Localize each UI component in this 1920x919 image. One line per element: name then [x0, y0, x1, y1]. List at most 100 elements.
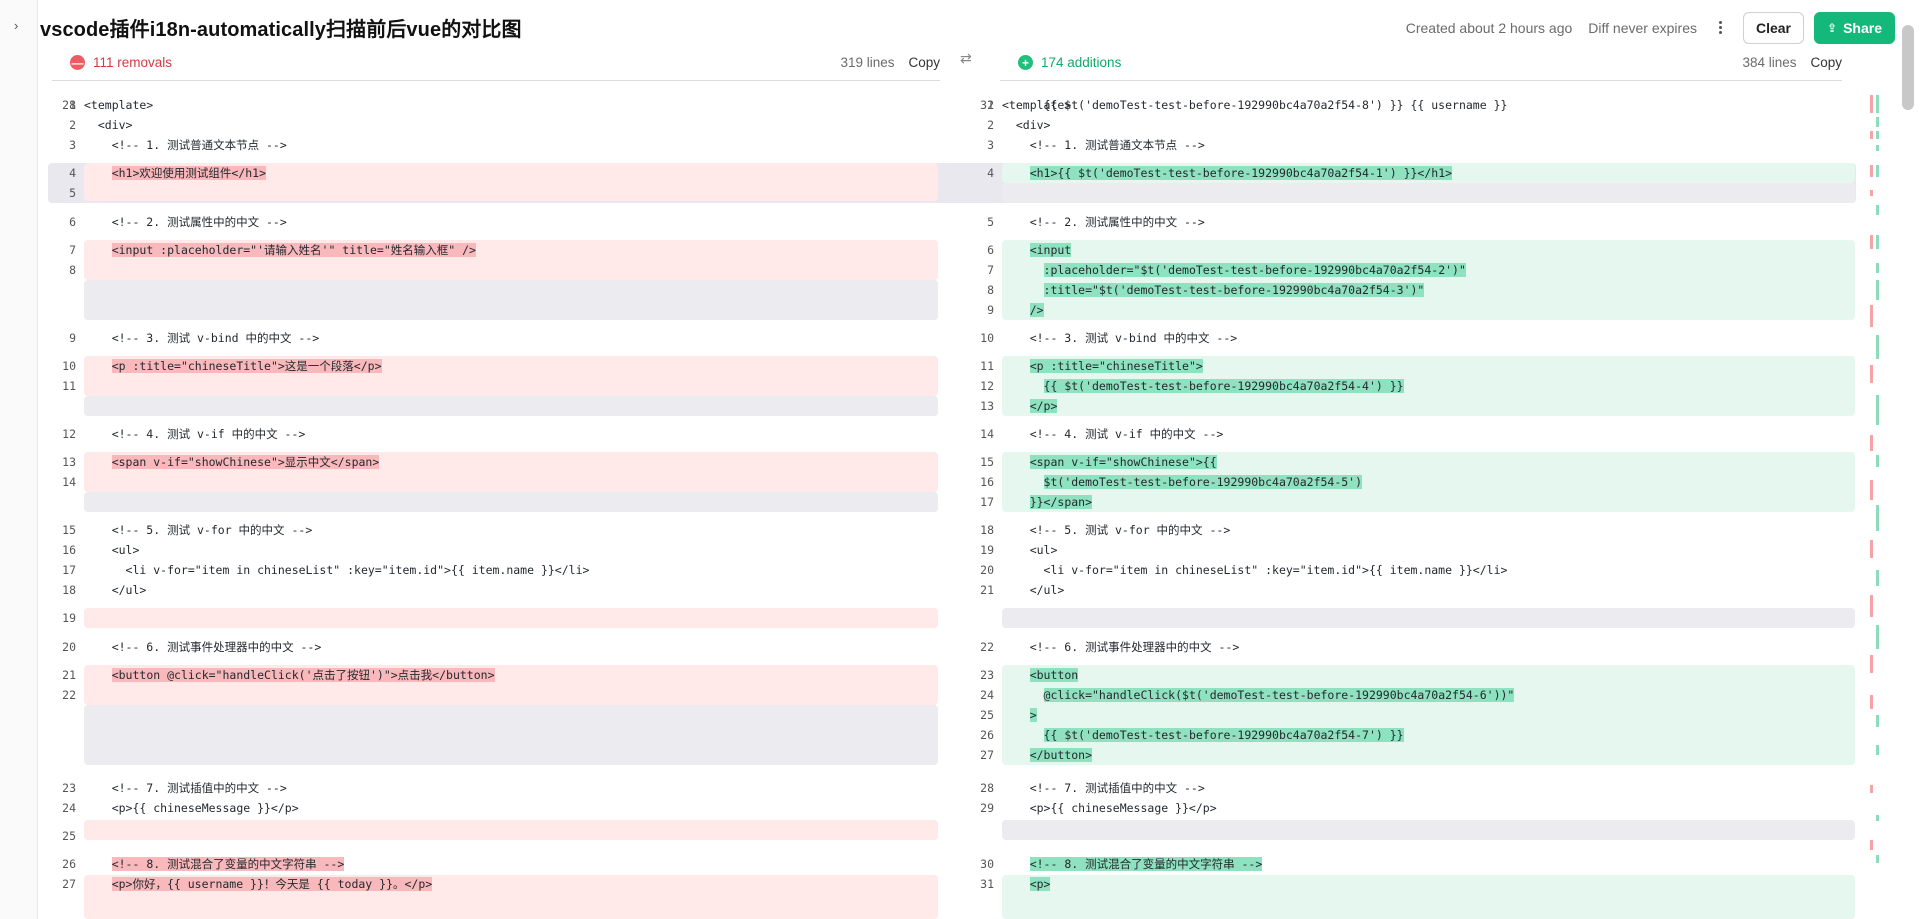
diff-line-right: 30 <!-- 8. 测试混合了变量的中文字符串 --> — [970, 854, 1263, 874]
minimap-removal-mark — [1870, 305, 1873, 327]
line-number: 4 — [987, 166, 994, 180]
diff-line-right: 26 {{ $t('demoTest-test-before-192990bc4… — [970, 725, 1404, 745]
code-text: <span v-if="showChinese">显示中文</span> — [111, 455, 380, 469]
line-number: 18 — [62, 583, 76, 597]
line-number: 3 — [69, 138, 76, 152]
minimap-removal-mark — [1870, 95, 1873, 113]
line-number: 21 — [980, 583, 994, 597]
diff-line-left: 7 <input :placeholder="'请输入姓名'" title="姓… — [52, 240, 476, 260]
diff-line-left — [52, 725, 84, 745]
diff-line-left: 24 <p>{{ chineseMessage }}</p> — [52, 798, 299, 818]
code-text: <input :placeholder="'请输入姓名'" title="姓名输… — [111, 243, 476, 257]
code-text: <!-- 1. 测试普通文本节点 --> — [84, 138, 287, 152]
diff-minimap[interactable] — [1868, 95, 1886, 919]
diff-line-left: 4 <h1>欢迎使用测试组件</h1> — [52, 163, 267, 183]
diff-line-left — [52, 280, 84, 300]
line-number: 17 — [980, 495, 994, 509]
copy-left-button[interactable]: Copy — [908, 55, 940, 70]
line-number: 20 — [980, 563, 994, 577]
line-number: 23 — [980, 668, 994, 682]
line-number: 28 — [980, 781, 994, 795]
line-number: 14 — [62, 475, 76, 489]
minimap-removal-mark — [1870, 190, 1873, 196]
code-text: <!-- 7. 测试插值中的中文 --> — [84, 781, 287, 795]
minimap-removal-mark — [1870, 595, 1873, 617]
minimap-addition-mark — [1876, 263, 1879, 273]
code-text: <button @click="handleClick('点击了按钮')">点击… — [111, 668, 495, 682]
diff-line-left: 19 — [52, 608, 84, 628]
diff-line-right — [970, 608, 1002, 628]
minimap-addition-mark — [1876, 165, 1879, 177]
page-title: vscode插件i18n-automatically扫描前后vue的对比图 — [40, 19, 522, 41]
code-text: /> — [1029, 303, 1044, 317]
code-text: <input — [1029, 243, 1072, 257]
diff-line-left: 23 <!-- 7. 测试插值中的中文 --> — [52, 778, 287, 798]
line-number: 11 — [980, 359, 994, 373]
line-number: 19 — [62, 611, 76, 625]
left-pane-header: — 111 removals 319 lines Copy — [52, 45, 940, 81]
code-text: <!-- 3. 测试 v-bind 中的中文 --> — [84, 331, 320, 345]
removal-hunk — [84, 820, 938, 840]
share-label: Share — [1843, 19, 1882, 36]
copy-right-button[interactable]: Copy — [1810, 55, 1842, 70]
removal-hunk — [84, 396, 938, 416]
line-number: 21 — [62, 668, 76, 682]
code-text: </ul> — [84, 583, 147, 597]
code-text: <!-- 2. 测试属性中的中文 --> — [84, 215, 287, 229]
line-number: 5 — [987, 215, 994, 229]
line-number: 7 — [987, 263, 994, 277]
code-text: :title="$t('demoTest-test-before-192990b… — [1043, 283, 1425, 297]
diff-line-left: 5 — [52, 183, 84, 203]
diff-line-right: 6 <input — [970, 240, 1072, 260]
clear-button[interactable]: Clear — [1742, 11, 1805, 44]
minimap-removal-mark — [1870, 540, 1873, 558]
diff-line-left — [52, 492, 84, 512]
code-text: <!-- 8. 测试混合了变量的中文字符串 --> — [111, 857, 345, 871]
minimap-removal-mark — [1870, 480, 1873, 500]
scrollbar-thumb[interactable] — [1902, 25, 1914, 110]
minimap-removal-mark — [1870, 165, 1873, 177]
diff-line-right: 22 <!-- 6. 测试事件处理器中的中文 --> — [970, 637, 1239, 657]
line-number: 2 — [987, 118, 994, 132]
addition-hunk — [1002, 183, 1855, 203]
minimap-addition-mark — [1876, 745, 1879, 755]
minimap-addition-mark — [1876, 95, 1879, 113]
line-number: 17 — [62, 563, 76, 577]
diff-line-left: 25 — [52, 826, 84, 846]
diff-view: 1 <template> 1 <template> 2 <div> 2 <div> 3 <!… — [0, 95, 1920, 919]
removal-hunk — [84, 705, 938, 765]
code-text: {{ $t('demoTest-test-before-192990bc4a70… — [1002, 98, 1508, 112]
diff-line-left: 3 <!-- 1. 测试普通文本节点 --> — [52, 135, 287, 155]
addition-hunk — [1002, 875, 1855, 919]
line-number: 19 — [980, 543, 994, 557]
diff-line-right: 14 <!-- 4. 测试 v-if 中的中文 --> — [970, 424, 1223, 444]
line-number: 9 — [987, 303, 994, 317]
expiry-text: Diff never expires — [1588, 19, 1697, 36]
line-number: 11 — [62, 379, 76, 393]
diff-line-right: 31 <p> — [970, 874, 1051, 894]
line-number: 9 — [69, 331, 76, 345]
removal-hunk — [84, 492, 938, 512]
chevron-right-icon[interactable]: › — [14, 18, 18, 33]
line-number: 29 — [980, 801, 994, 815]
code-text: @click="handleClick($t('demoTest-test-be… — [1043, 688, 1515, 702]
diff-line-right: 32 {{ $t('demoTest-test-before-192990bc4… — [970, 95, 1507, 115]
line-number: 13 — [980, 399, 994, 413]
minimap-addition-mark — [1876, 505, 1879, 531]
line-number: 8 — [987, 283, 994, 297]
share-button[interactable]: ⇪ Share — [1814, 11, 1895, 44]
code-text: </ul> — [1002, 583, 1065, 597]
diff-line-left: 21 <button @click="handleClick('点击了按钮')"… — [52, 665, 495, 685]
diff-line-right — [970, 826, 1002, 846]
code-text: <!-- 4. 测试 v-if 中的中文 --> — [84, 427, 306, 441]
addition-hunk — [1002, 608, 1855, 628]
diff-line-right: 25 > — [970, 705, 1037, 725]
line-number: 6 — [69, 215, 76, 229]
left-line-count: 319 lines — [840, 55, 895, 70]
swap-icon[interactable]: ⇄ — [960, 50, 972, 67]
line-number: 22 — [62, 688, 76, 702]
more-vertical-icon[interactable] — [1709, 16, 1733, 40]
line-number: 12 — [980, 379, 994, 393]
line-number: 6 — [987, 243, 994, 257]
line-number: 18 — [980, 523, 994, 537]
